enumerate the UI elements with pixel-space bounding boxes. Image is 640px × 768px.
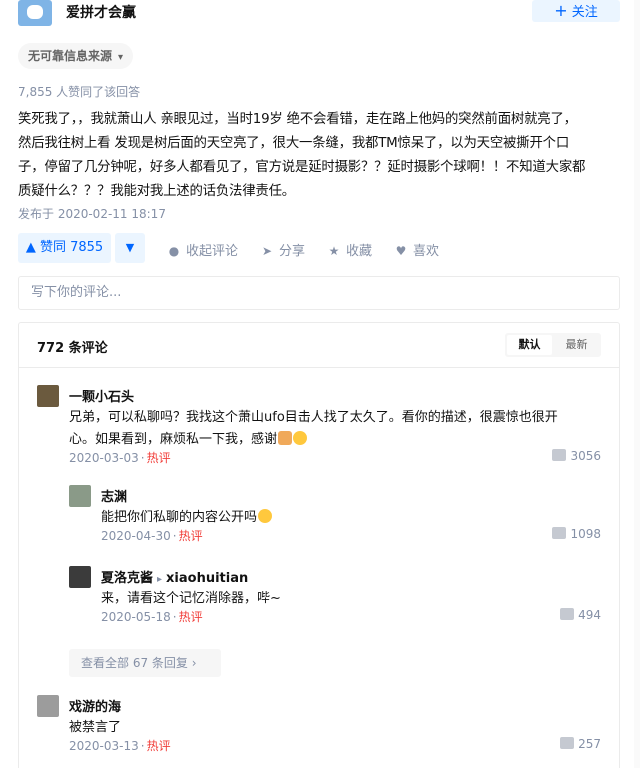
plus-icon: + <box>554 1 568 20</box>
divider <box>19 367 619 368</box>
comment-meta: 2020-04-30 · 热评 <box>101 529 203 543</box>
author-name[interactable]: 爱拼才会赢 <box>66 2 136 22</box>
comment-item: 一颗小石头 兄弟，可以私聊吗？我找这个萧山ufo目击人找了太久了。看你的描述，很… <box>37 385 601 465</box>
commenter-name: 夏洛克酱 ▸ xiaohuitian <box>101 567 248 586</box>
comment-like-count: 1098 <box>570 527 601 541</box>
vote-up-button[interactable]: ▲ 赞同 7855 <box>18 233 111 263</box>
comment-like-count: 257 <box>578 737 601 751</box>
comment-meta: 2020-05-18 · 热评 <box>101 610 203 624</box>
commenter-avatar[interactable] <box>37 695 59 717</box>
thumbs-up-icon <box>560 737 575 749</box>
hot-badge: 热评 <box>146 739 171 753</box>
author-avatar[interactable] <box>18 0 52 26</box>
answer-line: 质疑什么？？？我能对我上述的话负法律责任。 <box>18 184 296 199</box>
favorite-button[interactable]: ★ 收藏 <box>327 240 372 259</box>
vote-down-button[interactable]: ▼ <box>115 233 145 263</box>
laughing-emoji-icon <box>293 431 308 445</box>
comments-count: 772 条评论 <box>37 341 108 356</box>
answer-page: 爱拼才会赢 + 关注 无可靠信息来源 ▾ 7,855 人赞同了该回答 笑死我了，，我… <box>0 0 640 768</box>
comment-like-button[interactable]: 257 <box>560 737 601 751</box>
author-row: 爱拼才会赢 + 关注 <box>18 0 622 30</box>
comment-like-button[interactable]: 1098 <box>552 527 601 541</box>
sort-toggle: 默认 最新 <box>505 333 601 357</box>
comment-date: 2020-03-03 <box>69 451 139 465</box>
comment-meta: 2020-03-03 · 热评 <box>69 451 171 465</box>
reply-item: 志渊 能把你们私聊的内容公开吗 2020-04-30 · 热评 1098 <box>69 485 601 545</box>
praying-hands-icon <box>278 431 293 445</box>
share-label: 分享 <box>279 244 306 259</box>
commenter-name[interactable]: 戏游的海 <box>69 696 121 715</box>
triangle-up-icon: ▲ <box>25 240 36 255</box>
like-button[interactable]: ♥ 喜欢 <box>394 240 439 259</box>
published-date[interactable]: 发布于 2020-02-11 18:17 <box>18 205 166 222</box>
answer-line: 子，停留了几分钟呢，好多人都看见了，官方说是延时摄影？？延时摄影个球啊！！不知道… <box>18 160 586 175</box>
chevron-right-icon: › <box>191 656 197 670</box>
commenter-avatar[interactable] <box>69 566 91 588</box>
comment-line: 心。如果看到，麻烦私一下我，感谢 <box>69 432 278 447</box>
hot-badge: 热评 <box>146 451 171 465</box>
comment-text: 兄弟，可以私聊吗？我找这个萧山ufo目击人找了太久了。看你的描述，很震惊也很开 … <box>69 407 558 451</box>
comment-meta: 2020-03-13 · 热评 <box>69 739 171 753</box>
paper-plane-icon: ➤ <box>261 244 273 258</box>
collapse-comments-button[interactable]: ● 收起评论 <box>167 240 238 259</box>
comment-item: 戏游的海 被禁言了 2020-03-13 · 热评 257 <box>37 695 601 755</box>
commenter-avatar[interactable] <box>69 485 91 507</box>
source-tag[interactable]: 无可靠信息来源 ▾ <box>18 43 134 69</box>
follow-label: 关注 <box>571 5 598 20</box>
comment-date: 2020-05-18 <box>101 610 171 624</box>
reply-item: 夏洛克酱 ▸ xiaohuitian 来，请看这个记忆消除器，哔~ 2020-05-… <box>69 566 601 626</box>
comment-like-count: 3056 <box>570 449 601 463</box>
share-button[interactable]: ➤ 分享 <box>260 240 305 259</box>
view-all-label: 查看全部 67 条回复 <box>81 656 188 670</box>
commenter-name-text[interactable]: 夏洛克酱 <box>101 571 153 586</box>
answer-content: 笑死我了，，我就萧山人 亲眼见过，当时19岁 绝不会看错，走在路上他妈的突然前面… <box>18 108 624 204</box>
comment-text: 来，请看这个记忆消除器，哔~ <box>101 591 281 606</box>
comment-icon: ● <box>168 244 180 258</box>
triangle-down-icon: ▼ <box>125 241 135 254</box>
commenter-name[interactable]: 志渊 <box>101 486 127 505</box>
comment-like-button[interactable]: 3056 <box>552 449 601 463</box>
likes-summary[interactable]: 7,855 人赞同了该回答 <box>18 83 140 100</box>
answer-line: 笑死我了，，我就萧山人 亲眼见过，当时19岁 绝不会看错，走在路上他妈的突然前面… <box>18 112 577 127</box>
like-label: 喜欢 <box>413 244 440 259</box>
follow-button[interactable]: + 关注 <box>532 0 620 22</box>
star-icon: ★ <box>328 244 340 258</box>
comment-date: 2020-03-13 <box>69 739 139 753</box>
sort-latest-button[interactable]: 最新 <box>554 335 599 355</box>
comment-like-button[interactable]: 494 <box>560 608 601 622</box>
collapse-comments-label: 收起评论 <box>186 244 239 259</box>
favorite-label: 收藏 <box>346 244 373 259</box>
thumbs-up-icon <box>560 608 575 620</box>
hot-badge: 热评 <box>178 529 203 543</box>
reply-to-name[interactable]: xiaohuitian <box>166 571 248 586</box>
comment-text: 能把你们私聊的内容公开吗 <box>101 507 273 529</box>
commenter-avatar[interactable] <box>37 385 59 407</box>
chevron-down-icon: ▾ <box>118 52 124 63</box>
thumbs-up-icon <box>552 527 567 539</box>
answer-line: 然后我往树上看 发现是树后面的天空亮了，很大一条缝，我都TM惊呆了，以为天空被撕… <box>18 136 570 151</box>
scrollbar[interactable] <box>634 0 640 768</box>
comment-input[interactable]: 写下你的评论... <box>18 276 620 310</box>
sort-default-button[interactable]: 默认 <box>507 335 552 355</box>
commenter-name[interactable]: 一颗小石头 <box>69 386 134 405</box>
heart-icon: ♥ <box>395 244 407 258</box>
comment-line: 兄弟，可以私聊吗？我找这个萧山ufo目击人找了太久了。看你的描述，很震惊也很开 <box>69 410 558 425</box>
comments-panel: 772 条评论 默认 最新 一颗小石头 兄弟，可以私聊吗？我找这个萧山ufo目击… <box>18 322 620 768</box>
thumbs-up-icon <box>552 449 567 461</box>
comment-date: 2020-04-30 <box>101 529 171 543</box>
comment-like-count: 494 <box>578 608 601 622</box>
vote-up-label: 赞同 7855 <box>39 240 104 255</box>
comment-text: 被禁言了 <box>69 720 122 735</box>
reply-arrow-icon: ▸ <box>157 574 163 585</box>
comment-line: 能把你们私聊的内容公开吗 <box>101 510 258 525</box>
laughing-emoji-icon <box>258 509 273 523</box>
hot-badge: 热评 <box>178 610 203 624</box>
source-tag-label: 无可靠信息来源 <box>28 49 113 63</box>
view-all-replies-button[interactable]: 查看全部 67 条回复 › <box>69 649 221 677</box>
